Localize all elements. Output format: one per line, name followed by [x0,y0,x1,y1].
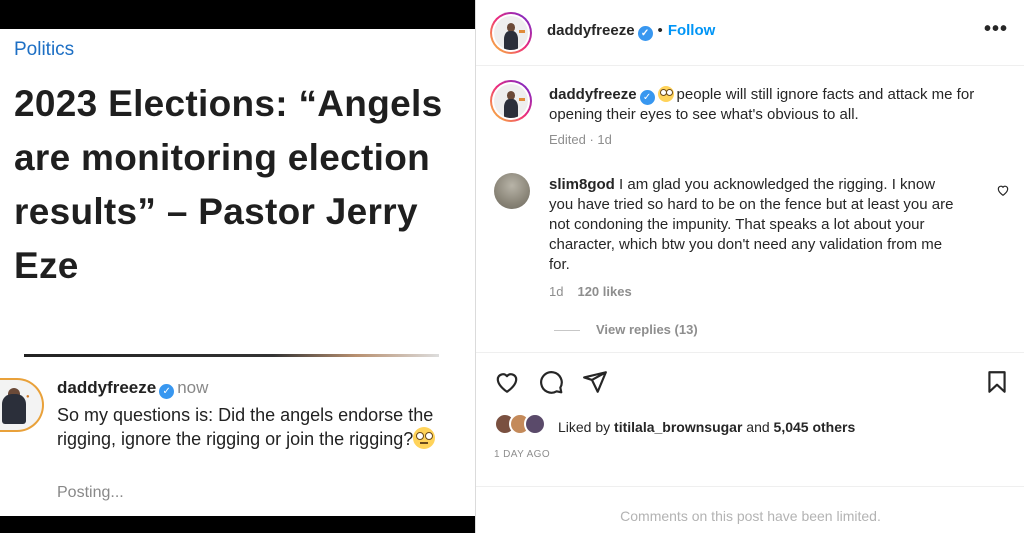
article-panel: Politics 2023 Elections: “Angels are mon… [0,0,475,533]
caption-avatar[interactable] [490,80,532,122]
view-replies-label: View replies (13) [596,322,698,337]
comment-icon[interactable] [538,369,564,395]
bookmark-icon[interactable] [984,369,1010,395]
caption-meta: Edited · 1d [549,132,612,147]
heart-icon[interactable] [494,369,520,395]
follow-button[interactable]: Follow [668,22,716,39]
comment-username[interactable]: slim8god [549,176,615,193]
reply-username[interactable]: daddyfreeze [57,378,156,397]
separator-dot: • [657,22,663,39]
comment-like-heart-icon[interactable] [996,183,1010,197]
view-replies-button[interactable]: View replies (13) [554,322,698,337]
replies-line [554,330,580,332]
reply-time: now [177,378,209,397]
author-avatar[interactable] [490,12,532,54]
comment: slim8god I am glad you acknowledged the … [549,175,957,275]
post-panel: daddyfreeze ✓ • Follow ••• daddyfreeze ✓ peop… [475,0,1024,533]
more-options-icon[interactable]: ••• [984,18,1008,41]
eye-roll-emoji-icon [657,86,674,102]
eye-roll-emoji-icon [413,427,436,449]
article-category[interactable]: Politics [14,39,74,61]
posting-status: Posting... [57,484,124,501]
verified-badge-icon: ✓ [159,384,175,399]
article-divider [24,354,439,357]
author-username[interactable]: daddyfreeze [547,22,635,39]
commenter-avatar[interactable] [494,173,530,209]
post-actions [476,352,1024,412]
liked-by-user[interactable]: titilala_brownsugar [614,419,742,435]
post-caption: daddyfreeze ✓ people will still ignore fac… [549,85,1009,125]
author-name-row: daddyfreeze ✓ • Follow [547,22,715,41]
liked-by-text: Liked by titilala_brownsugar and 5,045 o… [558,419,855,435]
liked-by-and: and [746,419,770,435]
post-header: daddyfreeze ✓ • Follow ••• [476,0,1024,66]
article-card: Politics 2023 Elections: “Angels are mon… [0,29,475,516]
reply-body: So my questions is: Did the angels endor… [57,405,434,449]
liked-by-prefix: Liked by [558,419,611,435]
reply-header: daddyfreeze ✓ now [57,378,208,399]
comment-meta: 1d 120 likes [549,284,632,299]
send-icon[interactable] [582,369,608,395]
verified-badge-icon: ✓ [639,90,655,105]
liker-avatar [524,413,546,435]
comment-likes[interactable]: 120 likes [577,284,631,299]
caption-username[interactable]: daddyfreeze [549,86,637,103]
post-date[interactable]: 1 DAY AGO [494,449,550,460]
reply-avatar: ● [0,378,44,432]
reply-text: So my questions is: Did the angels endor… [57,404,467,451]
liked-by-others[interactable]: 5,045 others [774,419,856,435]
comment-age: 1d [549,284,564,299]
article-headline: 2023 Elections: “Angels are monitoring e… [14,83,443,286]
verified-badge-icon: ✓ [637,26,653,41]
comments-limited-notice: Comments on this post have been limited. [620,508,881,524]
